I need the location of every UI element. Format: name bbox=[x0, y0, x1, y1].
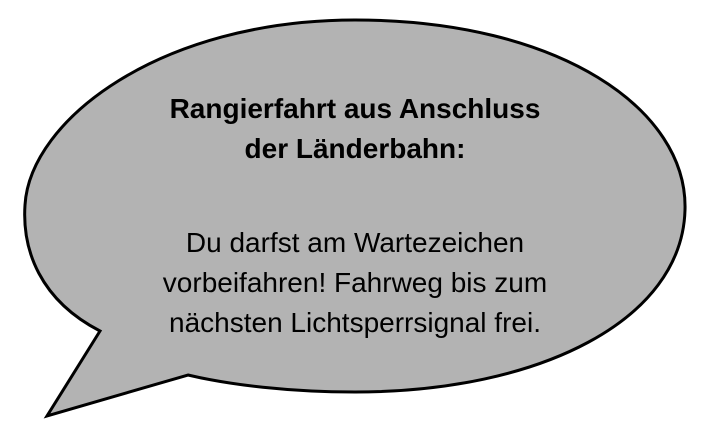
bubble-message-line-1: Du darfst am Wartezeichen bbox=[185, 227, 525, 258]
speech-bubble-shape bbox=[23, 18, 687, 419]
bubble-message: Du darfst am Wartezeichen vorbeifahren! … bbox=[110, 223, 600, 343]
bubble-message-line-3: nächsten Lichtsperrsignal frei. bbox=[169, 307, 541, 338]
bubble-title-line-2: der Länderbahn: bbox=[244, 133, 466, 164]
bubble-message-line-2: vorbeifahren! Fahrweg bis zum bbox=[162, 267, 548, 298]
bubble-title-line-1: Rangierfahrt aus Anschluss bbox=[169, 93, 541, 124]
speech-bubble bbox=[23, 18, 687, 419]
bubble-title: Rangierfahrt aus Anschluss der Länderbah… bbox=[110, 89, 600, 169]
